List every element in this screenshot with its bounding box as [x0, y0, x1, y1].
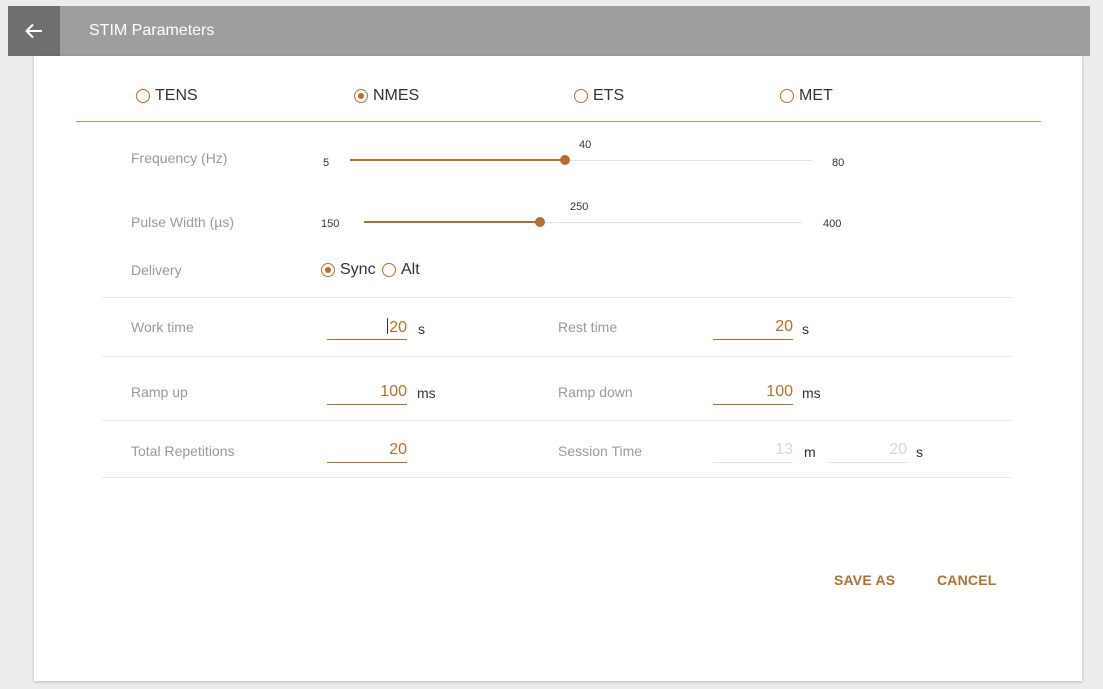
row-divider	[102, 477, 1012, 478]
work-time-value: 20	[389, 319, 407, 336]
total-repetitions-label: Total Repetitions	[131, 443, 235, 459]
radio-unchecked-icon	[574, 89, 588, 103]
mode-divider	[76, 121, 1041, 122]
arrow-left-icon	[25, 23, 42, 39]
cancel-button[interactable]: CANCEL	[937, 572, 997, 588]
mode-radio-met[interactable]: MET	[780, 87, 833, 105]
ramp-down-unit: ms	[802, 385, 821, 401]
mode-label: NMES	[373, 87, 420, 104]
pulse-width-max: 400	[823, 218, 842, 230]
session-minutes-value: 13	[775, 441, 793, 458]
pulse-width-slider-thumb[interactable]	[535, 217, 545, 227]
delivery-option-label: Sync	[340, 261, 376, 278]
work-time-input[interactable]: 20	[327, 318, 407, 340]
session-time-label: Session Time	[558, 443, 643, 459]
ramp-up-label: Ramp up	[131, 384, 188, 400]
delivery-label: Delivery	[131, 262, 182, 278]
rest-time-label: Rest time	[558, 319, 618, 335]
mode-radio-ets[interactable]: ETS	[574, 87, 624, 105]
mode-radio-tens[interactable]: TENS	[136, 87, 198, 105]
radio-unchecked-icon	[780, 89, 794, 103]
total-repetitions-input[interactable]: 20	[327, 441, 407, 463]
rest-time-unit: s	[802, 321, 809, 337]
ramp-up-input[interactable]: 100	[327, 383, 407, 405]
app-bar: STIM Parameters	[8, 6, 1090, 56]
work-time-label: Work time	[131, 319, 194, 335]
frequency-max: 80	[832, 157, 845, 169]
rest-time-input[interactable]: 20	[713, 318, 793, 340]
save-as-button[interactable]: SAVE AS	[834, 572, 895, 588]
pulse-width-min: 150	[321, 218, 340, 230]
row-divider	[102, 297, 1012, 298]
session-minutes-input: 13	[713, 441, 793, 463]
frequency-slider-thumb[interactable]	[560, 155, 570, 165]
session-seconds-input: 20	[827, 441, 907, 463]
frequency-slider-fill	[350, 159, 565, 161]
delivery-radio-alt[interactable]: Alt	[382, 261, 420, 279]
ramp-up-value: 100	[380, 383, 407, 400]
parameters-card: TENS NMES ETS MET Frequency (Hz) 5 40 80…	[34, 56, 1082, 681]
row-divider	[102, 356, 1012, 357]
pulse-width-slider-fill	[364, 221, 540, 223]
frequency-value: 40	[579, 139, 592, 151]
ramp-down-label: Ramp down	[558, 384, 633, 400]
pulse-width-label: Pulse Width (µs)	[131, 214, 234, 230]
page-title: STIM Parameters	[89, 22, 215, 39]
session-seconds-value: 20	[889, 441, 907, 458]
delivery-option-label: Alt	[401, 261, 420, 278]
radio-unchecked-icon	[136, 89, 150, 103]
mode-label: ETS	[593, 87, 625, 104]
mode-label: MET	[799, 87, 833, 104]
frequency-min: 5	[323, 157, 330, 169]
session-seconds-unit: s	[916, 444, 923, 460]
radio-unchecked-icon	[382, 263, 396, 277]
mode-radio-nmes[interactable]: NMES	[354, 87, 419, 105]
pulse-width-value: 250	[570, 201, 589, 213]
ramp-down-input[interactable]: 100	[713, 383, 793, 405]
back-button[interactable]	[8, 6, 60, 56]
row-divider	[102, 420, 1012, 421]
rest-time-value: 20	[775, 318, 793, 335]
radio-checked-icon	[354, 89, 368, 103]
ramp-down-value: 100	[766, 383, 793, 400]
total-repetitions-value: 20	[389, 441, 407, 458]
radio-checked-icon	[321, 263, 335, 277]
session-minutes-unit: m	[804, 444, 816, 460]
mode-label: TENS	[155, 87, 198, 104]
work-time-unit: s	[418, 321, 425, 337]
ramp-up-unit: ms	[417, 385, 436, 401]
frequency-label: Frequency (Hz)	[131, 150, 228, 166]
delivery-radio-sync[interactable]: Sync	[321, 261, 376, 279]
